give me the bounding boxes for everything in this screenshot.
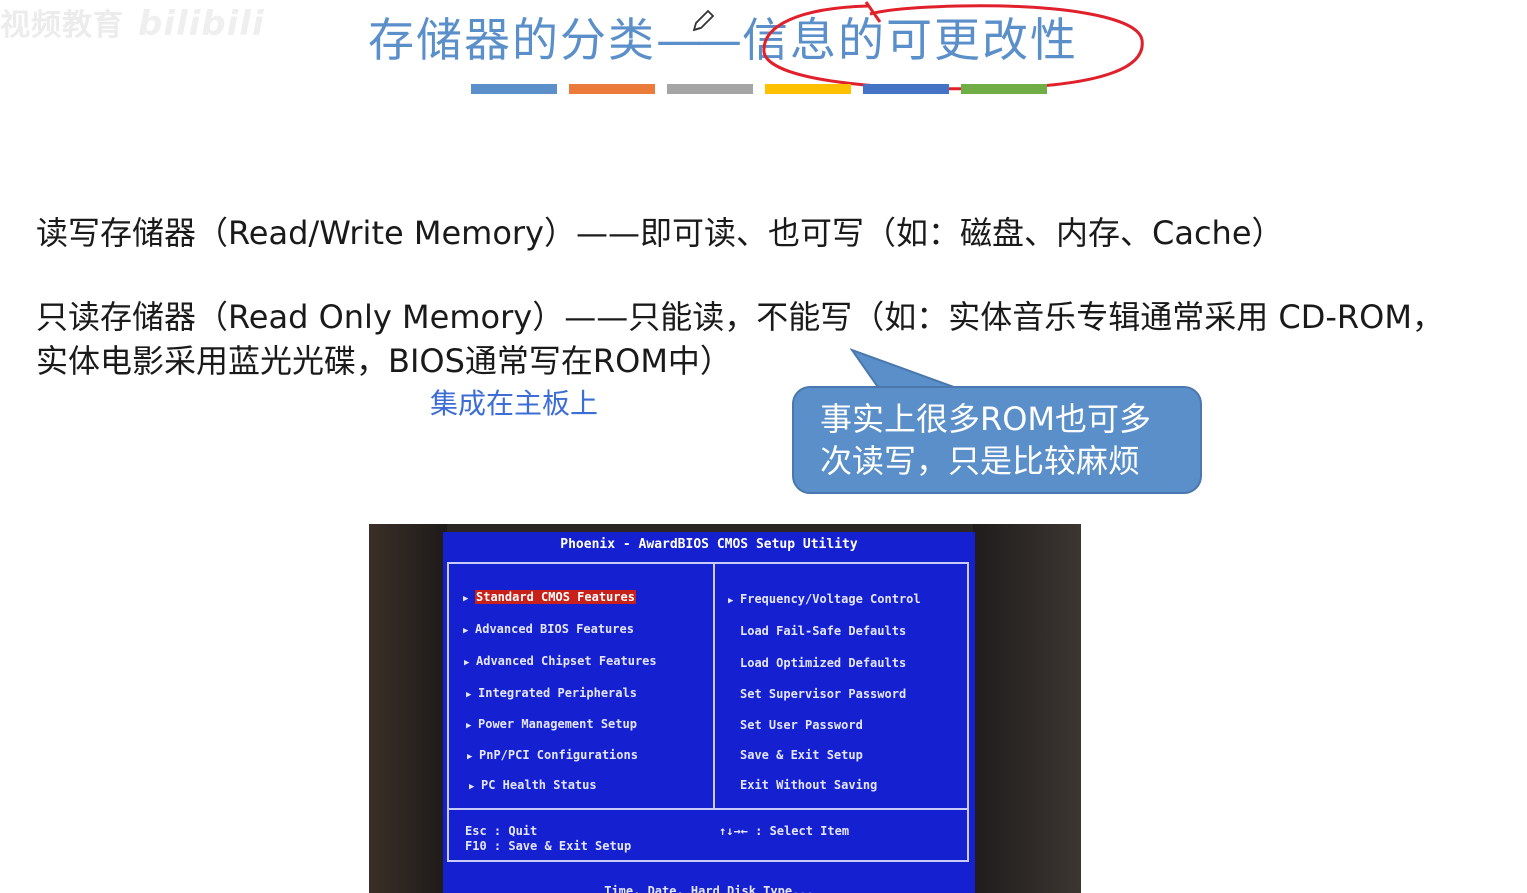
bios-menu-item: Set Supervisor Password [740, 687, 907, 701]
bios-menu-item: ▶ PC Health Status [469, 778, 597, 792]
callout-line-1: 事实上很多ROM也可多 [820, 400, 1152, 438]
bios-menu-item: ▶ PnP/PCI Configurations [467, 748, 638, 762]
title-main: 存储器的分类 [368, 13, 656, 67]
bios-header: Phoenix - AwardBIOS CMOS Setup Utility [560, 537, 858, 552]
color-bar [569, 84, 655, 94]
bios-menu-item: Save & Exit Setup [740, 748, 863, 762]
bios-menu-item: Load Fail-Safe Defaults [740, 624, 907, 638]
bios-screen: Phoenix - AwardBIOS CMOS Setup Utility ▶… [443, 532, 975, 893]
bios-menu-item: ▶ Standard CMOS Features [463, 590, 636, 604]
bios-menu-item: Set User Password [740, 718, 863, 732]
bios-menu-item: ▶ Frequency/Voltage Control [728, 592, 921, 606]
bios-footer-select: ↑↓→← : Select Item [719, 824, 850, 838]
triangle-right-icon: ▶ [728, 596, 734, 606]
bios-photo: Phoenix - AwardBIOS CMOS Setup Utility ▶… [369, 524, 1081, 893]
watermark-text: 视频教育 [0, 8, 124, 43]
triangle-right-icon: ▶ [466, 721, 472, 731]
triangle-right-icon: ▶ [469, 782, 475, 792]
pen-icon [692, 9, 715, 32]
callout-line-2: 次读写，只是比较麻烦 [820, 442, 1141, 480]
triangle-right-icon: ▶ [466, 690, 472, 700]
bios-menu-item: ▶ Integrated Peripherals [466, 686, 637, 700]
bios-status-line: Time, Date, Hard Disk Type... [604, 884, 814, 893]
color-bar [667, 84, 753, 94]
red-annotation-ellipse [762, 1, 1144, 91]
triangle-right-icon: ▶ [463, 626, 469, 636]
bios-menu-item: Exit Without Saving [740, 778, 878, 792]
color-bar [765, 84, 851, 94]
triangle-right-icon: ▶ [463, 594, 469, 604]
bios-footer-quit: Esc : Quit [465, 824, 538, 838]
rom-line-2: 实体电影采用蓝光光碟，BIOS通常写在ROM中） [36, 342, 732, 380]
triangle-right-icon: ▶ [467, 752, 473, 762]
color-bar [863, 84, 949, 94]
bios-menu-item: ▶ Advanced BIOS Features [463, 622, 634, 636]
bios-menu-item: ▶ Power Management Setup [466, 717, 637, 731]
callout-bubble: 事实上很多ROM也可多 次读写，只是比较麻烦 [792, 386, 1202, 494]
bios-divider [713, 562, 715, 810]
watermark-brand: bilibili [138, 4, 265, 44]
handwritten-note: 集成在主板上 [430, 387, 599, 420]
bios-footer-save: F10 : Save & Exit Setup [465, 839, 632, 853]
bios-menu-item: Load Optimized Defaults [740, 656, 907, 670]
bios-menu-item: ▶ Advanced Chipset Features [464, 654, 657, 668]
color-bar [961, 84, 1047, 94]
triangle-right-icon: ▶ [464, 658, 470, 668]
watermark: 视频教育 bilibili [0, 0, 265, 44]
monitor-bezel-left [369, 524, 447, 893]
color-bars [471, 84, 1059, 94]
rom-line-1: 只读存储器（Read Only Memory）——只能读，不能写（如：实体音乐专… [36, 298, 1444, 336]
color-bar [471, 84, 557, 94]
monitor-bezel-right [973, 524, 1081, 893]
rw-memory-line: 读写存储器（Read/Write Memory）——即可读、也可写（如：磁盘、内… [36, 214, 1284, 252]
